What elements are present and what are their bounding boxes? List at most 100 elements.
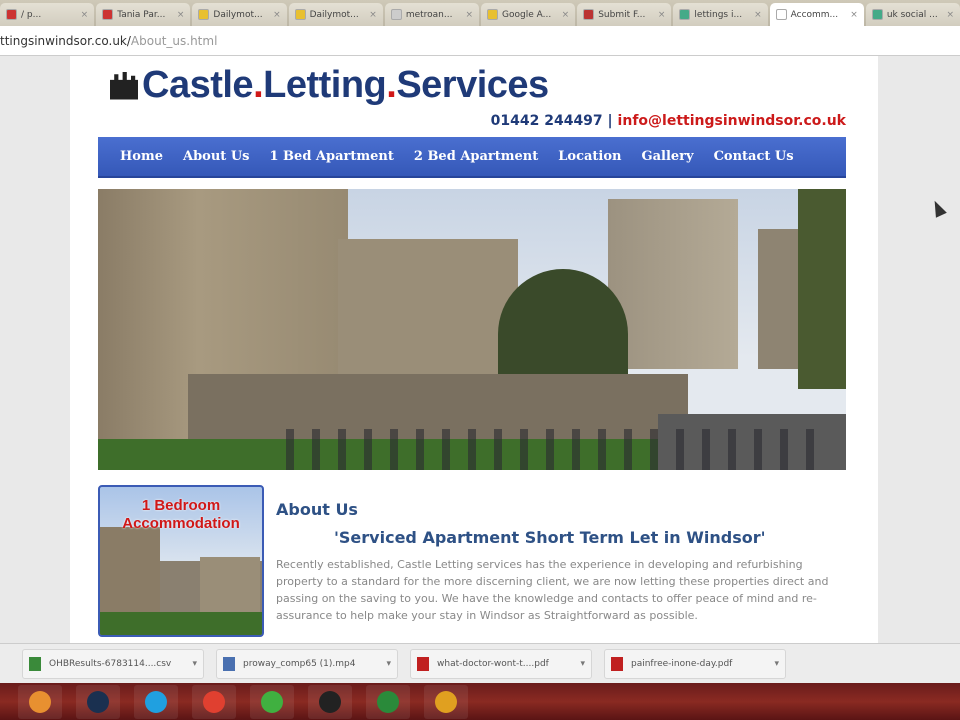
separator: | — [602, 113, 618, 129]
file-icon — [611, 656, 623, 671]
favicon-icon — [487, 9, 499, 20]
url-path: About_us.html — [130, 34, 218, 48]
favicon-icon — [198, 9, 210, 20]
logo-text: Castle.Letting.Services — [142, 64, 549, 106]
download-filename: painfree-inone-day.pdf — [631, 658, 733, 669]
contact-line: 01442 244497 | info@lettingsinwindsor.co… — [491, 113, 846, 129]
email-link[interactable]: info@lettingsinwindsor.co.uk — [618, 113, 846, 129]
1-bedroom-thumbnail[interactable]: 1 Bedroom Accommodation — [98, 485, 264, 637]
about-heading: About Us — [276, 500, 358, 519]
tab-label: uk social ... — [886, 9, 938, 20]
tab-label: Google A... — [502, 9, 552, 20]
browser-tab[interactable]: / p... × — [0, 3, 95, 26]
phone: 01442 244497 — [490, 113, 603, 129]
about-subheading: 'Serviced Apartment Short Term Let in Wi… — [334, 528, 766, 547]
excel-icon — [377, 690, 399, 713]
close-icon[interactable]: × — [562, 10, 570, 20]
taskbar-webcam[interactable] — [308, 684, 352, 719]
taskbar-hp[interactable] — [76, 684, 120, 719]
chevron-down-icon[interactable]: ▾ — [192, 659, 197, 669]
url-host: ttingsinwindsor.co.uk/ — [0, 34, 131, 48]
chrome-icon — [203, 690, 225, 713]
tab-label: / p... — [21, 9, 42, 20]
windows-taskbar — [0, 683, 960, 720]
browser-tab[interactable]: Tania Par... × — [96, 3, 191, 26]
taskbar-vlc[interactable] — [424, 684, 468, 719]
browser-tab[interactable]: Google A... × — [481, 3, 576, 26]
favicon-icon — [583, 9, 595, 20]
download-item[interactable]: OHBResults-6783114....csv ▾ — [22, 648, 204, 679]
tab-strip: / p... × Tania Par... × Dailymot... × Dailymot… — [0, 0, 960, 26]
close-icon[interactable]: × — [81, 10, 89, 20]
nav-location[interactable]: Location — [558, 149, 621, 164]
tab-label: Tania Par... — [117, 9, 166, 20]
nav-about-us[interactable]: About Us — [183, 149, 250, 164]
taskbar-skype[interactable] — [134, 684, 178, 719]
close-icon[interactable]: × — [273, 10, 281, 20]
webcam-icon — [319, 690, 341, 713]
nav-1-bed-apartment[interactable]: 1 Bed Apartment — [269, 149, 393, 164]
skype-icon — [145, 690, 167, 713]
browser-tab[interactable]: uk social ... × — [865, 3, 960, 26]
close-icon[interactable]: × — [369, 10, 377, 20]
browser-tab[interactable]: lettings i... × — [673, 3, 768, 26]
download-filename: what-doctor-wont-t....pdf — [437, 658, 549, 669]
mouse-cursor-icon — [929, 198, 947, 218]
about-body: Recently established, Castle Letting ser… — [276, 558, 829, 622]
taskbar-media-player[interactable] — [18, 684, 62, 719]
close-icon[interactable]: × — [850, 10, 858, 20]
download-filename: OHBResults-6783114....csv — [49, 658, 172, 669]
nav-gallery[interactable]: Gallery — [641, 149, 693, 164]
favicon-icon — [390, 9, 402, 20]
download-item[interactable]: proway_comp65 (1).mp4 ▾ — [216, 648, 398, 679]
site-logo[interactable]: Castle.Letting.Services — [110, 64, 549, 107]
downloads-bar: OHBResults-6783114....csv ▾ proway_comp65 … — [0, 643, 960, 683]
tab-label: Dailymot... — [213, 9, 263, 20]
favicon-icon — [294, 9, 306, 20]
web-page: Castle.Letting.Services 01442 244497 | i… — [70, 56, 878, 643]
chevron-down-icon[interactable]: ▾ — [774, 659, 779, 669]
download-filename: proway_comp65 (1).mp4 — [243, 658, 356, 669]
media-player-icon — [29, 690, 51, 713]
browser-tab[interactable]: Accomm... × — [769, 3, 864, 26]
close-icon[interactable]: × — [465, 10, 473, 20]
download-item[interactable]: what-doctor-wont-t....pdf ▾ — [410, 648, 592, 679]
favicon-icon — [679, 9, 691, 20]
taskbar-notes[interactable] — [250, 684, 294, 719]
tab-label: lettings i... — [694, 9, 743, 20]
main-nav: Home About Us 1 Bed Apartment 2 Bed Apar… — [98, 137, 846, 178]
favicon-icon — [775, 9, 787, 20]
chevron-down-icon[interactable]: ▾ — [386, 659, 391, 669]
browser-tab[interactable]: metroan... × — [384, 3, 480, 26]
castle-icon — [110, 71, 138, 100]
close-icon[interactable]: × — [946, 10, 954, 20]
close-icon[interactable]: × — [658, 10, 666, 20]
file-icon — [223, 656, 235, 671]
hp-icon — [87, 690, 109, 713]
close-icon[interactable]: × — [177, 10, 185, 20]
thumbnail-caption: 1 Bedroom Accommodation — [122, 497, 240, 532]
favicon-icon — [871, 9, 883, 20]
vlc-icon — [435, 690, 457, 713]
download-item[interactable]: painfree-inone-day.pdf ▾ — [604, 648, 786, 679]
browser-tab[interactable]: Dailymot... × — [192, 3, 287, 26]
taskbar-chrome[interactable] — [192, 684, 236, 719]
favicon-icon — [6, 9, 17, 20]
browser-tab[interactable]: Dailymot... × — [288, 3, 383, 26]
chevron-down-icon[interactable]: ▾ — [580, 659, 585, 669]
tab-label: Dailymot... — [309, 9, 359, 20]
close-icon[interactable]: × — [754, 10, 762, 20]
tab-label: Accomm... — [790, 9, 839, 20]
address-bar[interactable]: ttingsinwindsor.co.uk/About_us.html — [0, 26, 960, 56]
favicon-icon — [102, 9, 114, 20]
nav-2-bed-apartment[interactable]: 2 Bed Apartment — [414, 149, 538, 164]
browser-tab[interactable]: Submit F... × — [577, 3, 672, 26]
tab-label: metroan... — [405, 9, 453, 20]
tab-label: Submit F... — [598, 9, 646, 20]
nav-contact-us[interactable]: Contact Us — [714, 149, 794, 164]
windsor-castle-photo — [98, 189, 846, 470]
notes-icon — [261, 690, 283, 713]
nav-home[interactable]: Home — [120, 149, 163, 164]
taskbar-excel[interactable] — [366, 684, 410, 719]
file-icon — [29, 656, 41, 671]
